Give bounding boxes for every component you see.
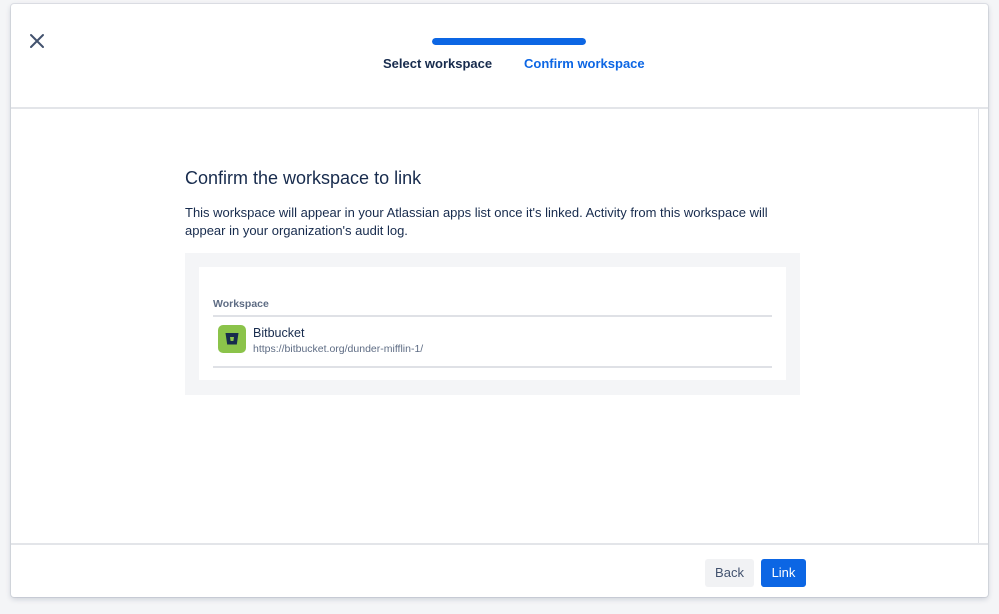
close-icon [30, 34, 44, 48]
workspace-column-header: Workspace [213, 298, 772, 317]
link-workspace-modal: Select workspace Confirm workspace Confi… [11, 4, 988, 597]
modal-header: Select workspace Confirm workspace [11, 4, 988, 109]
progress-bar [432, 38, 586, 45]
page-title: Confirm the workspace to link [185, 168, 422, 188]
step-confirm-workspace: Confirm workspace [524, 56, 645, 71]
modal-footer: Back Link [11, 543, 988, 597]
link-button[interactable]: Link [761, 559, 806, 587]
workspace-row[interactable]: Bitbucket https://bitbucket.org/dunder-m… [213, 318, 772, 368]
bitbucket-icon [218, 325, 246, 353]
page-description: This workspace will appear in your Atlas… [185, 205, 768, 238]
workspace-card: Workspace Bitbucket https://bitbucket.or… [199, 267, 786, 380]
close-button[interactable] [28, 32, 46, 50]
modal-body: Confirm the workspace to link This works… [11, 109, 988, 543]
workspace-panel: Workspace Bitbucket https://bitbucket.or… [185, 253, 800, 395]
back-button[interactable]: Back [705, 559, 754, 587]
workspace-url: https://bitbucket.org/dunder-mifflin-1/ [253, 343, 424, 355]
scrollbar[interactable] [978, 109, 979, 543]
progress-bar-fill [432, 38, 586, 45]
step-select-workspace: Select workspace [383, 56, 493, 71]
workspace-name: Bitbucket [253, 326, 305, 340]
